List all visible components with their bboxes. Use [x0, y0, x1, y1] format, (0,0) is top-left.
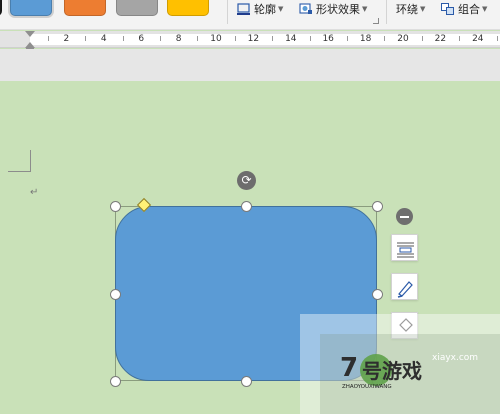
- ribbon-separator: [386, 0, 387, 24]
- ruler-tick: [421, 36, 423, 41]
- ruler-tick: [234, 36, 236, 41]
- outline-icon: [237, 3, 251, 15]
- ruler-tick: [346, 36, 348, 41]
- ruler-number: 12: [247, 34, 260, 44]
- resize-handle-top-right[interactable]: [372, 201, 383, 212]
- wrap-text-button[interactable]: 环绕 ▼: [396, 0, 425, 18]
- outline-label: 轮廓: [254, 3, 276, 16]
- shape-outline-pen-button[interactable]: [391, 273, 418, 300]
- shape-style-swatch-gray[interactable]: [116, 0, 158, 16]
- ruler-number: 10: [210, 34, 222, 44]
- rotate-handle-icon[interactable]: ⟳: [237, 171, 256, 190]
- ruler-number: 22: [434, 34, 447, 44]
- document-margin-band: [0, 49, 500, 81]
- resize-handle-top[interactable]: [241, 201, 252, 212]
- chevron-down-icon: ▼: [482, 5, 488, 13]
- ruler-tick: [197, 36, 199, 41]
- ruler-number: 4: [100, 34, 107, 44]
- chevron-down-icon: ▼: [420, 5, 426, 13]
- horizontal-ruler[interactable]: 2 4 6 8 10 12 14 16 18 20 22 24: [0, 31, 500, 48]
- ruler-tick: [47, 36, 49, 41]
- ribbon-toolbar: 轮廓 ▼ 形状效果 ▼ 环绕 ▼ 组合 ▼: [0, 0, 500, 30]
- first-line-indent-marker[interactable]: [25, 31, 35, 37]
- chevron-down-icon: ▼: [278, 5, 284, 13]
- ruler-number: 18: [359, 34, 372, 44]
- chevron-down-icon: ▼: [362, 5, 368, 13]
- layout-options-button[interactable]: [391, 234, 418, 261]
- ruler-tick: [496, 36, 498, 41]
- dialog-launcher-icon[interactable]: [373, 18, 379, 24]
- resize-handle-right[interactable]: [372, 289, 383, 300]
- watermark-brand-number: 7: [340, 353, 358, 383]
- resize-handle-bottom-left[interactable]: [110, 376, 121, 387]
- wrap-text-label: 环绕: [396, 3, 418, 16]
- shape-style-swatch-black[interactable]: [0, 0, 2, 16]
- shape-style-swatch-gold[interactable]: [167, 0, 209, 16]
- ruler-number: 16: [322, 34, 334, 44]
- ruler-number: 20: [397, 34, 409, 44]
- group-icon: [441, 3, 455, 15]
- ruler-tick: [384, 36, 386, 41]
- page-corner-mark: [30, 150, 31, 172]
- shape-effects-button[interactable]: 形状效果 ▼: [299, 0, 367, 18]
- shape-effects-label: 形状效果: [316, 3, 360, 16]
- page-corner-mark: [8, 171, 31, 172]
- ruler-number: 6: [138, 34, 145, 44]
- shape-effects-icon: [299, 3, 313, 15]
- resize-handle-top-left[interactable]: [110, 201, 121, 212]
- collapse-toolbar-icon[interactable]: [396, 208, 413, 225]
- ruler-number: 8: [175, 34, 182, 44]
- ruler-tick: [459, 36, 461, 41]
- ruler-tick: [272, 36, 274, 41]
- ruler-number: 14: [285, 34, 297, 44]
- watermark-brand-cn: 号游戏: [362, 359, 422, 383]
- ruler-tick: [122, 36, 124, 41]
- site-watermark-logo: 7 号游戏 xiayx.com ZHAOYOUXIWANG: [340, 348, 500, 408]
- ruler-number: 24: [472, 34, 484, 44]
- ruler-tick: [85, 36, 87, 41]
- resize-handle-left[interactable]: [110, 289, 121, 300]
- shape-style-swatch-blue[interactable]: [10, 0, 52, 16]
- watermark-domain: xiayx.com: [432, 353, 478, 363]
- resize-handle-bottom[interactable]: [241, 376, 252, 387]
- outline-button[interactable]: 轮廓 ▼: [237, 0, 283, 18]
- group-label: 组合: [458, 3, 480, 16]
- watermark-pinyin: ZHAOYOUXIWANG: [342, 384, 392, 390]
- ruler-number: 2: [63, 34, 70, 44]
- ribbon-separator: [227, 0, 228, 24]
- pen-icon: [397, 281, 413, 298]
- group-button[interactable]: 组合 ▼: [441, 0, 487, 18]
- ruler-tick: [309, 36, 311, 41]
- paragraph-mark: ↵: [30, 187, 39, 198]
- text-wrap-icon: [397, 242, 414, 258]
- shape-style-swatch-orange[interactable]: [64, 0, 106, 16]
- ruler-tick: [159, 36, 161, 41]
